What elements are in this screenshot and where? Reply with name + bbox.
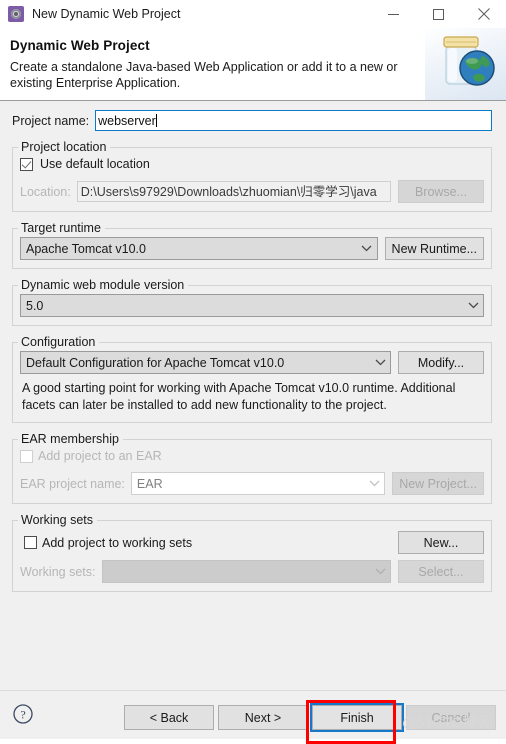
location-input: D:\Users\s97929\Downloads\zhuomian\归零学习\… xyxy=(76,181,391,202)
location-label: Location: xyxy=(20,184,71,199)
chevron-down-icon xyxy=(366,480,382,487)
help-icon[interactable]: ? xyxy=(13,704,33,724)
target-runtime-value: Apache Tomcat v10.0 xyxy=(26,241,146,256)
cancel-button[interactable]: Cancel xyxy=(406,705,496,730)
ear-membership-legend: EAR membership xyxy=(21,432,119,446)
text-caret xyxy=(155,114,157,127)
working-sets-row: Working sets: Select... xyxy=(20,560,484,583)
add-to-ear-row: Add project to an EAR xyxy=(20,446,484,466)
use-default-location-row[interactable]: Use default location xyxy=(20,154,484,174)
target-runtime-group: Target runtime Apache Tomcat v10.0 New R… xyxy=(12,221,492,269)
gear-icon xyxy=(8,6,24,22)
ear-project-name-combo: EAR xyxy=(130,472,386,495)
add-to-working-sets-label: Add project to working sets xyxy=(42,535,193,550)
window-title: New Dynamic Web Project xyxy=(32,7,181,21)
new-project-button: New Project... xyxy=(392,472,484,495)
project-name-input[interactable]: webserver xyxy=(95,110,492,131)
wizard-body: Project name: webserver Project location… xyxy=(0,101,506,739)
use-default-location-label: Use default location xyxy=(40,157,150,171)
window-title-bar: New Dynamic Web Project xyxy=(0,0,506,28)
target-runtime-legend: Target runtime xyxy=(21,221,101,235)
working-sets-combo xyxy=(101,560,391,583)
working-sets-group: Working sets Add project to working sets… xyxy=(12,513,492,592)
project-name-label: Project name: xyxy=(12,113,90,128)
module-version-row: 5.0 xyxy=(20,294,484,317)
finish-button[interactable]: Finish xyxy=(310,703,404,732)
configuration-group: Configuration Default Configuration for … xyxy=(12,335,492,423)
configuration-combo[interactable]: Default Configuration for Apache Tomcat … xyxy=(20,351,391,374)
project-name-row: Project name: webserver xyxy=(0,101,506,131)
dialog-footer: ? < Back Next > Finish Cancel xyxy=(0,690,506,739)
ear-project-name-value: EAR xyxy=(136,476,163,491)
chevron-down-icon xyxy=(465,302,481,309)
wizard-header: Dynamic Web Project Create a standalone … xyxy=(0,28,506,101)
next-button[interactable]: Next > xyxy=(218,705,308,730)
new-working-set-button[interactable]: New... xyxy=(398,531,484,554)
add-to-ear-label: Add project to an EAR xyxy=(38,449,162,463)
maximize-icon[interactable] xyxy=(416,0,461,28)
java-jar-globe-icon xyxy=(425,28,506,100)
target-runtime-combo[interactable]: Apache Tomcat v10.0 xyxy=(20,237,378,260)
use-default-location-checkbox[interactable] xyxy=(20,157,33,171)
configuration-legend: Configuration xyxy=(21,335,96,349)
module-version-value: 5.0 xyxy=(26,298,44,313)
working-sets-legend: Working sets xyxy=(21,513,94,527)
working-sets-label: Working sets: xyxy=(20,564,96,579)
chevron-down-icon xyxy=(372,568,388,575)
add-to-working-sets-row[interactable]: Add project to working sets New... xyxy=(20,531,484,554)
modify-button[interactable]: Modify... xyxy=(398,351,484,374)
location-row: Location: D:\Users\s97929\Downloads\zhuo… xyxy=(20,180,484,203)
chevron-down-icon xyxy=(372,359,388,366)
chevron-down-icon xyxy=(359,245,375,252)
minimize-icon[interactable] xyxy=(371,0,416,28)
window-controls xyxy=(371,0,506,28)
ear-membership-group: EAR membership Add project to an EAR EAR… xyxy=(12,432,492,504)
project-location-legend: Project location xyxy=(21,140,107,154)
ear-project-name-row: EAR project name: EAR New Project... xyxy=(20,472,484,495)
module-version-legend: Dynamic web module version xyxy=(21,278,185,292)
browse-button: Browse... xyxy=(398,180,484,203)
footer-buttons: < Back Next > Finish Cancel xyxy=(120,703,496,732)
configuration-value: Default Configuration for Apache Tomcat … xyxy=(26,355,285,370)
select-working-set-button: Select... xyxy=(398,560,484,583)
add-to-ear-checkbox xyxy=(20,449,33,463)
module-version-combo[interactable]: 5.0 xyxy=(20,294,484,317)
configuration-description: A good starting point for working with A… xyxy=(22,381,456,412)
svg-text:?: ? xyxy=(20,708,25,722)
new-runtime-button[interactable]: New Runtime... xyxy=(384,237,484,260)
project-location-group: Project location Use default location Lo… xyxy=(12,140,492,212)
close-icon[interactable] xyxy=(461,0,506,28)
back-button[interactable]: < Back xyxy=(124,705,214,730)
project-name-value: webserver xyxy=(98,114,156,128)
target-runtime-row: Apache Tomcat v10.0 New Runtime... xyxy=(20,237,484,260)
add-to-working-sets-checkbox[interactable] xyxy=(24,536,37,549)
module-version-group: Dynamic web module version 5.0 xyxy=(12,278,492,326)
ear-project-name-label: EAR project name: xyxy=(20,476,125,491)
configuration-row: Default Configuration for Apache Tomcat … xyxy=(20,351,484,374)
